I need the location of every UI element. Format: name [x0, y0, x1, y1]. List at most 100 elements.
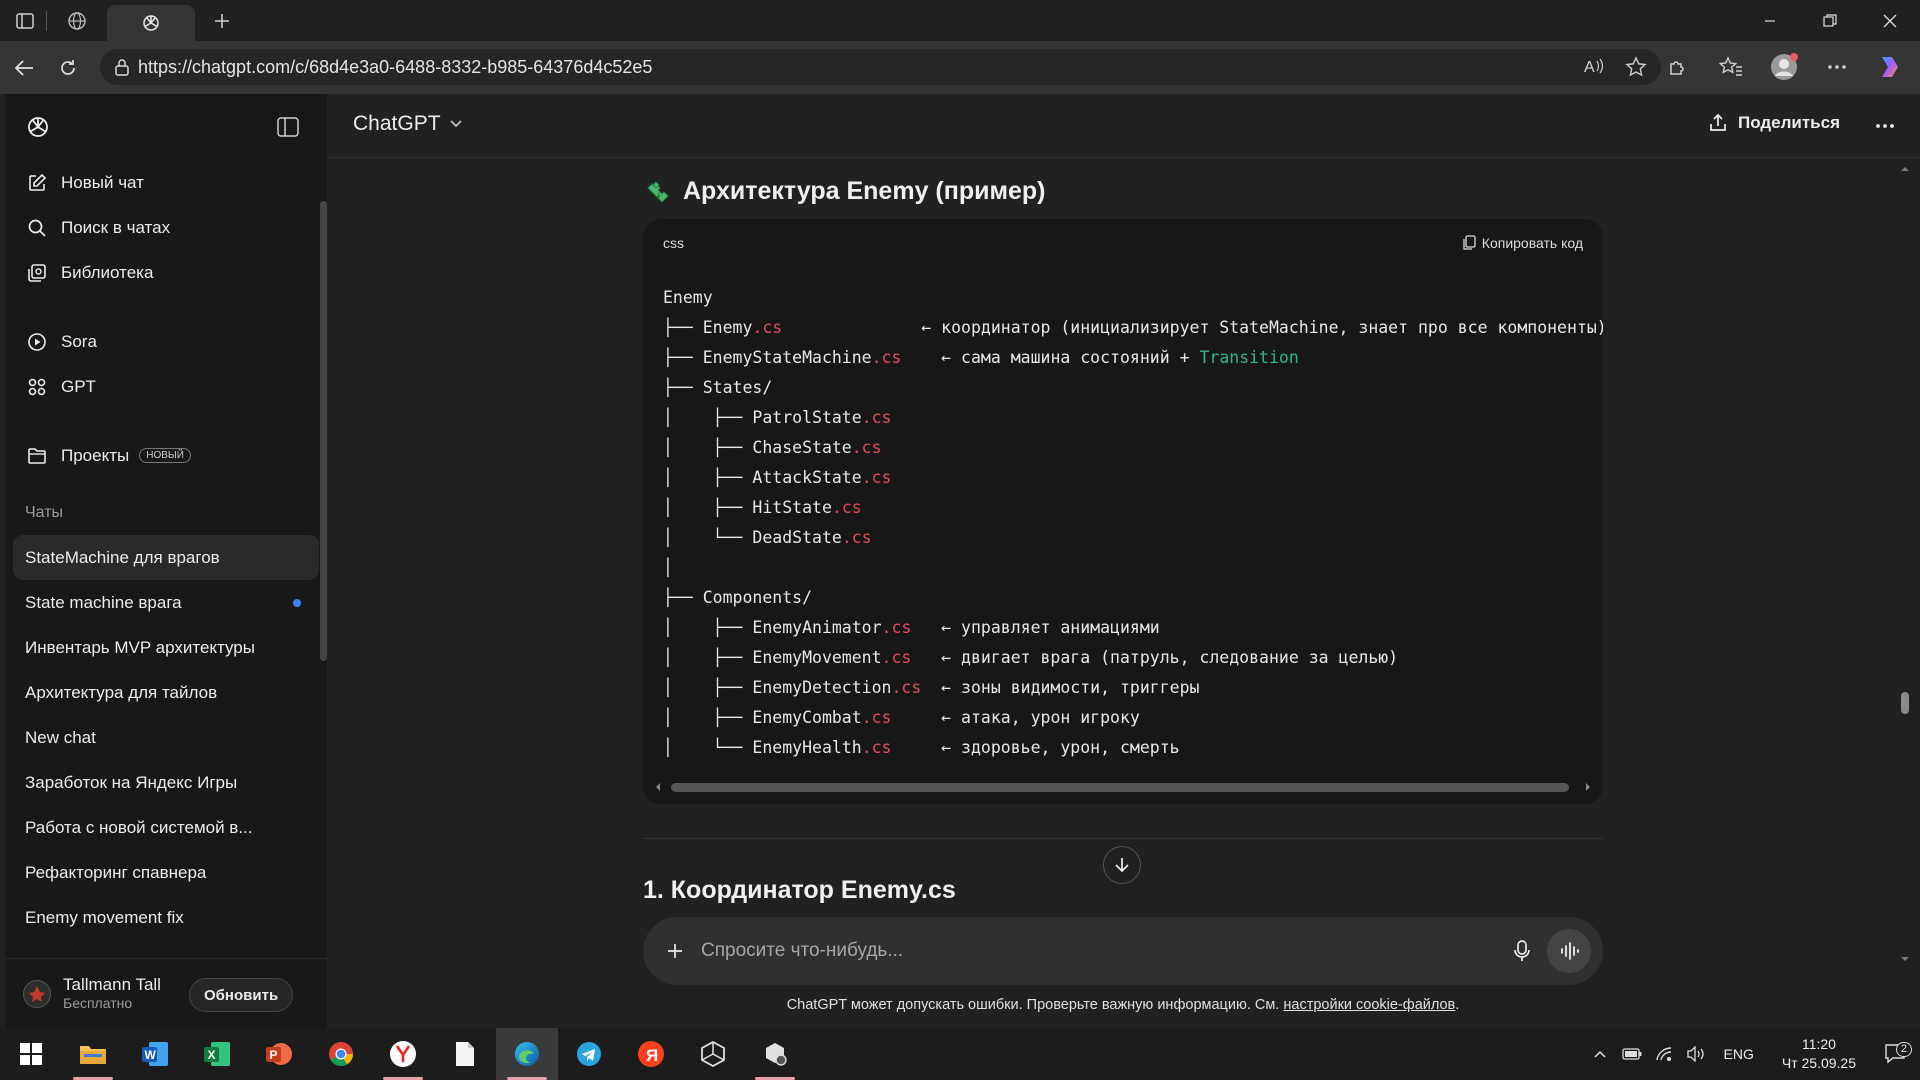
unity-hub-icon[interactable] [744, 1028, 806, 1080]
url-field[interactable]: https://chatgpt.com/c/68d4e3a0-6488-8332… [100, 49, 1661, 85]
openai-logo-icon[interactable] [25, 114, 51, 140]
chat-item[interactable]: Заработок на Яндекс Игры [13, 760, 319, 805]
battery-icon[interactable] [1616, 1048, 1648, 1060]
plus-icon[interactable] [665, 941, 685, 961]
cookie-settings-link[interactable]: настройки cookie-файлов [1283, 997, 1455, 1013]
chat-item[interactable]: Работа с новой системой в... [13, 805, 319, 850]
notification-icon[interactable]: 2 [1872, 1042, 1920, 1065]
code-token: .cs [861, 708, 892, 727]
restore-icon[interactable] [1800, 0, 1860, 41]
upgrade-button[interactable]: Обновить [189, 978, 294, 1012]
scrollbar-thumb[interactable] [671, 783, 1569, 792]
refresh-icon[interactable] [50, 50, 86, 86]
chat-title: Рефакторинг спавнера [25, 862, 207, 882]
telegram-icon[interactable] [558, 1028, 620, 1080]
file-explorer-icon[interactable] [62, 1028, 124, 1080]
code-line: ├── Components/ [663, 583, 1603, 613]
read-aloud-icon[interactable]: A [1583, 56, 1605, 78]
back-icon[interactable] [6, 50, 42, 86]
copilot-icon[interactable] [1872, 49, 1908, 85]
tab-actions-icon[interactable] [4, 0, 46, 41]
favorite-icon[interactable] [1625, 56, 1647, 78]
prompt-input[interactable]: Спросите что-нибудь... [701, 940, 903, 962]
scroll-right-icon[interactable] [1583, 780, 1593, 794]
new-chat-item[interactable]: Новый чат [5, 160, 327, 205]
url-text[interactable]: https://chatgpt.com/c/68d4e3a0-6488-8332… [138, 57, 652, 78]
chat-item[interactable]: StateMachine для врагов [13, 535, 319, 580]
search-icon [27, 218, 51, 238]
code-token: ├── Components/ [663, 588, 813, 607]
copy-code-button[interactable]: Копировать код [1462, 235, 1583, 251]
volume-icon[interactable] [1680, 1046, 1712, 1062]
notepad-icon[interactable] [434, 1028, 496, 1080]
gpt-item[interactable]: GPT [5, 364, 327, 409]
scroll-left-icon[interactable] [653, 780, 663, 794]
code-token: Transition [1199, 348, 1299, 367]
search-chats-item[interactable]: Поиск в чатах [5, 205, 327, 250]
lock-icon[interactable] [114, 58, 130, 76]
projects-item[interactable]: Проекты НОВЫЙ [5, 433, 327, 478]
voice-mode-button[interactable] [1547, 929, 1591, 973]
clock[interactable]: 11:20 Чт 25.09.25 [1782, 1035, 1856, 1073]
toggle-sidebar-icon[interactable] [277, 117, 299, 137]
chevron-up-icon[interactable] [1584, 1049, 1616, 1059]
code-token: .cs [831, 498, 862, 517]
share-button[interactable]: Поделиться [1708, 113, 1840, 133]
main-scrollbar[interactable] [1898, 164, 1912, 964]
avatar[interactable] [23, 979, 51, 1008]
word-icon[interactable]: W [124, 1028, 186, 1080]
conversation-more-icon[interactable] [1874, 112, 1896, 140]
user-panel[interactable]: Tallmann Tall Бесплатно Обновить [5, 958, 327, 1028]
chat-item[interactable]: Архитектура для тайлов [13, 670, 319, 715]
tab-chatgpt[interactable] [107, 5, 195, 41]
edge-icon[interactable] [496, 1028, 558, 1080]
wifi-icon[interactable] [1648, 1046, 1680, 1062]
unity-icon[interactable] [682, 1028, 744, 1080]
close-icon[interactable] [1860, 0, 1920, 41]
windows-start-icon[interactable] [0, 1028, 62, 1080]
scroll-up-icon[interactable] [1898, 164, 1912, 174]
input-language[interactable]: ENG [1724, 1046, 1754, 1062]
chat-item[interactable]: Enemy movement fix [13, 895, 319, 940]
code-token: ← зоны видимости, триггеры [921, 678, 1200, 697]
code-token: ← двигает врага (патруль, следование за … [911, 648, 1399, 667]
microphone-icon[interactable] [1513, 939, 1531, 963]
message-composer[interactable]: Спросите что-нибудь... [643, 917, 1603, 985]
chat-item[interactable]: Инвентарь MVP архитектуры [13, 625, 319, 670]
chevron-down-icon [449, 119, 463, 129]
scroll-down-arrow-icon[interactable] [1898, 954, 1912, 964]
user-name: Tallmann Tall [63, 974, 161, 994]
model-selector[interactable]: ChatGPT [353, 112, 463, 136]
chat-title: Архитектура для тайлов [25, 682, 218, 702]
code-token: .cs [881, 618, 912, 637]
code-token: │ └── EnemyHealth [663, 738, 862, 757]
code-line: │ ├── EnemyCombat.cs ← атака, урон игрок… [663, 703, 1603, 733]
code-horizontal-scrollbar[interactable] [653, 780, 1593, 794]
main-scrollbar-thumb[interactable] [1901, 692, 1909, 714]
library-item[interactable]: Библиотека [5, 250, 327, 295]
code-line: │ └── DeadState.cs [663, 523, 1603, 553]
powerpoint-icon[interactable]: P [248, 1028, 310, 1080]
extensions-icon[interactable] [1660, 49, 1696, 85]
chrome-icon[interactable] [310, 1028, 372, 1080]
browser-tab-bar [0, 0, 1920, 41]
scroll-down-button[interactable] [1103, 846, 1141, 884]
code-line: │ ├── PatrolState.cs [663, 403, 1603, 433]
chat-item[interactable]: New chat [13, 715, 319, 760]
chat-item[interactable]: Рефакторинг спавнера [13, 850, 319, 895]
chat-item[interactable]: State machine врага [13, 580, 319, 625]
excel-icon[interactable]: X [186, 1028, 248, 1080]
globe-icon[interactable] [47, 0, 107, 41]
code-content[interactable]: Enemy ├── Enemy.cs ← координатор (инициал… [663, 283, 1603, 763]
minimize-icon[interactable] [1740, 0, 1800, 41]
new-tab-icon[interactable] [201, 0, 243, 41]
sidebar-scrollbar[interactable] [320, 201, 327, 661]
yandex-icon[interactable]: Я [620, 1028, 682, 1080]
profile-icon[interactable] [1766, 49, 1802, 85]
code-token: │ ├── EnemyDetection [663, 678, 892, 697]
more-icon[interactable] [1819, 49, 1855, 85]
favorites-icon[interactable] [1713, 49, 1749, 85]
yandex-browser-icon[interactable] [372, 1028, 434, 1080]
sora-item[interactable]: Sora [5, 319, 327, 364]
code-line: │ ├── EnemyMovement.cs ← двигает врага (… [663, 643, 1603, 673]
